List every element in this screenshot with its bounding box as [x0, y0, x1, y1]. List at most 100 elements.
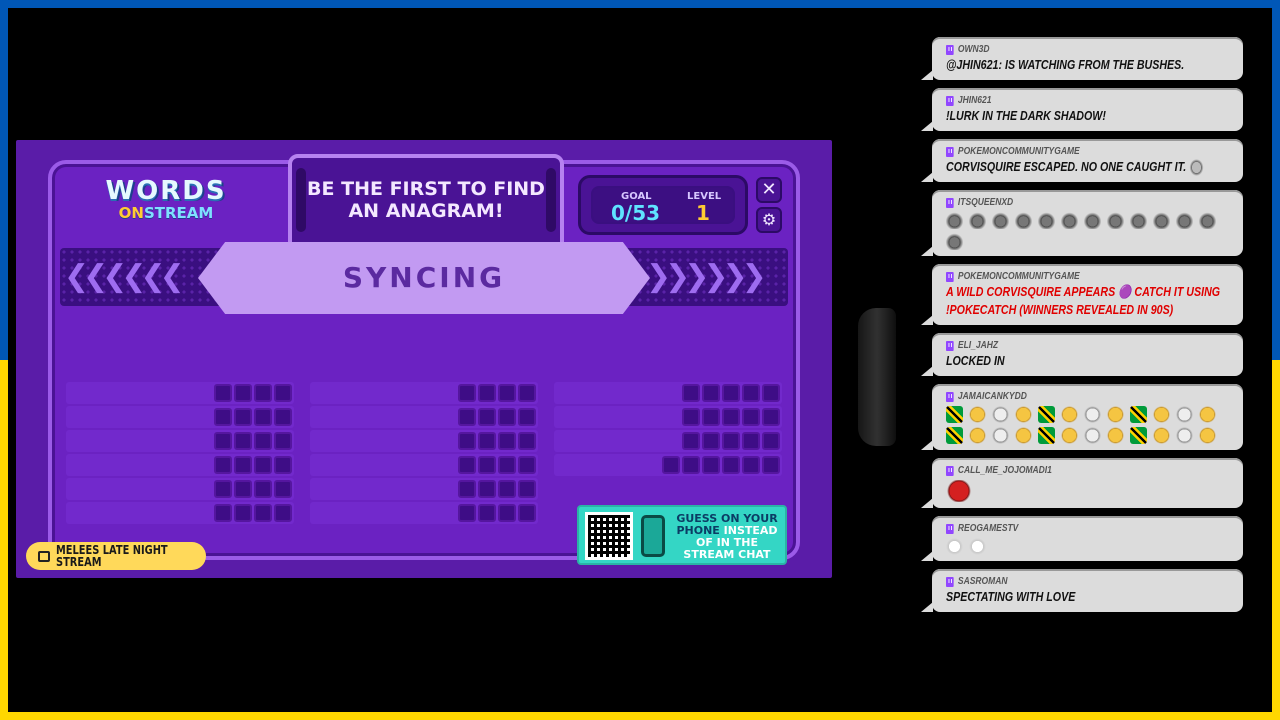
letter-tiles	[458, 480, 536, 498]
chat-message: OWN3D @JHIN621: IS WATCHING FROM THE BUS…	[921, 37, 1243, 80]
chat-username-text: POKEMONCOMMUNITYGAME	[957, 146, 1080, 157]
word-slot-row	[66, 478, 294, 500]
chat-username-text: ITSQUEENXD	[957, 197, 1014, 209]
cat-emote-icon	[1130, 212, 1147, 230]
letter-tile	[234, 504, 252, 522]
chat-text: !LURK IN THE DARK SHADOW!	[946, 108, 1106, 123]
stream-title-text: MELEES LATE NIGHT STREAM	[55, 543, 168, 569]
chat-username: ITSQUEENXD	[946, 197, 1188, 209]
letter-tiles	[214, 408, 292, 426]
word-slot-row	[554, 382, 782, 404]
yellow-face-emote-icon	[1061, 406, 1078, 424]
chat-message: JAMAICANKYDD	[921, 384, 1243, 451]
letter-tile	[682, 456, 700, 474]
letter-tile	[702, 408, 720, 426]
letter-tiles	[458, 504, 536, 522]
letter-tile	[234, 384, 252, 402]
letter-tile	[742, 456, 760, 474]
letter-tile	[518, 384, 536, 402]
white-face-emote-icon	[1176, 406, 1193, 424]
letter-tile	[498, 432, 516, 450]
chat-username-text: OWN3D	[957, 44, 990, 55]
letter-tile	[682, 432, 700, 450]
letter-tile	[498, 408, 516, 426]
jamaica-flag-emote-icon	[946, 406, 963, 424]
chat-message: ELI_JAHZ LOCKED IN	[921, 333, 1243, 377]
letter-tile	[478, 456, 496, 474]
webcam-silhouette	[858, 308, 896, 446]
word-slot-row	[310, 406, 538, 428]
letter-tiles	[458, 456, 536, 474]
twitch-icon	[946, 392, 954, 403]
white-face-emote-icon	[1176, 427, 1193, 445]
phone-guess-panel[interactable]: GUESS ON YOUR PHONE INSTEAD OF IN THE ST…	[577, 505, 787, 565]
cat-emote-icon	[1038, 212, 1055, 230]
tv-icon	[38, 550, 50, 562]
letter-tile	[254, 432, 272, 450]
letter-tile	[498, 480, 516, 498]
logo-sub-text: ONSTREAM	[104, 206, 228, 221]
letter-tile	[254, 408, 272, 426]
cat-emote-icon	[1084, 212, 1101, 230]
letter-tile	[518, 432, 536, 450]
yellow-face-emote-icon	[1015, 427, 1032, 445]
emote-list	[946, 406, 1231, 445]
letter-tile	[742, 432, 760, 450]
cat-emote-icon	[1199, 212, 1216, 230]
settings-button[interactable]: ⚙	[756, 207, 782, 233]
word-slot-row	[310, 502, 538, 524]
level-value: 1	[696, 201, 710, 225]
logo-on-text: ON	[118, 204, 144, 222]
logo-stream-text: STREAM	[143, 204, 214, 222]
twitch-icon	[946, 341, 954, 352]
letter-tile	[762, 456, 780, 474]
letter-tile	[274, 384, 292, 402]
chat-text: SPECTATING WITH LOVE	[946, 589, 1076, 605]
rivet-strip-right	[546, 168, 556, 232]
letter-tiles	[214, 504, 292, 522]
cat-emote-icon	[946, 233, 963, 251]
chat-username-text: SASROMAN	[957, 576, 1008, 588]
letter-tile	[458, 456, 476, 474]
letter-tiles	[682, 432, 780, 450]
chat-username: OWN3D	[946, 44, 1188, 56]
letter-tile	[458, 432, 476, 450]
letter-tile	[662, 456, 680, 474]
letter-tile	[518, 480, 536, 498]
letter-tile	[254, 456, 272, 474]
chat-username-text: JAMAICANKYDD	[957, 391, 1027, 403]
word-slot-row	[66, 406, 294, 428]
letter-tile	[234, 432, 252, 450]
yellow-face-emote-icon	[1015, 406, 1032, 424]
chat-username-text: CALL_ME_JOJOMADI1	[957, 465, 1052, 477]
letter-tile	[274, 456, 292, 474]
letter-tile	[254, 384, 272, 402]
close-icon: ✕	[761, 179, 777, 200]
cat-emote-icon	[1153, 212, 1170, 230]
letter-tile	[518, 408, 536, 426]
white-face-emote-icon	[1084, 406, 1101, 424]
phone-icon	[641, 515, 665, 557]
letter-tile	[274, 432, 292, 450]
white-face-emote-icon	[992, 427, 1009, 445]
chat-text: CORVISQUIRE ESCAPED. NO ONE CAUGHT IT.	[946, 158, 1204, 177]
qr-code[interactable]	[585, 512, 633, 560]
yellow-face-emote-icon	[1107, 406, 1124, 424]
letter-tile	[274, 504, 292, 522]
chat-username-text: JHIN621	[957, 95, 992, 106]
word-slot-row	[66, 502, 294, 524]
close-button[interactable]: ✕	[756, 177, 782, 203]
letter-tile	[762, 432, 780, 450]
letter-tile	[702, 384, 720, 402]
letter-tiles	[214, 432, 292, 450]
twitch-icon	[946, 466, 954, 477]
yellow-face-emote-icon	[1199, 406, 1216, 424]
chat-message: SASROMAN SPECTATING WITH LOVE	[921, 569, 1243, 613]
letter-tile	[478, 480, 496, 498]
ghost-emote-icon	[969, 538, 986, 556]
letter-tile	[498, 504, 516, 522]
letter-tile	[762, 384, 780, 402]
word-slot-row	[310, 430, 538, 452]
chat-username: POKEMONCOMMUNITYGAME	[946, 146, 1188, 158]
letter-tile	[682, 384, 700, 402]
